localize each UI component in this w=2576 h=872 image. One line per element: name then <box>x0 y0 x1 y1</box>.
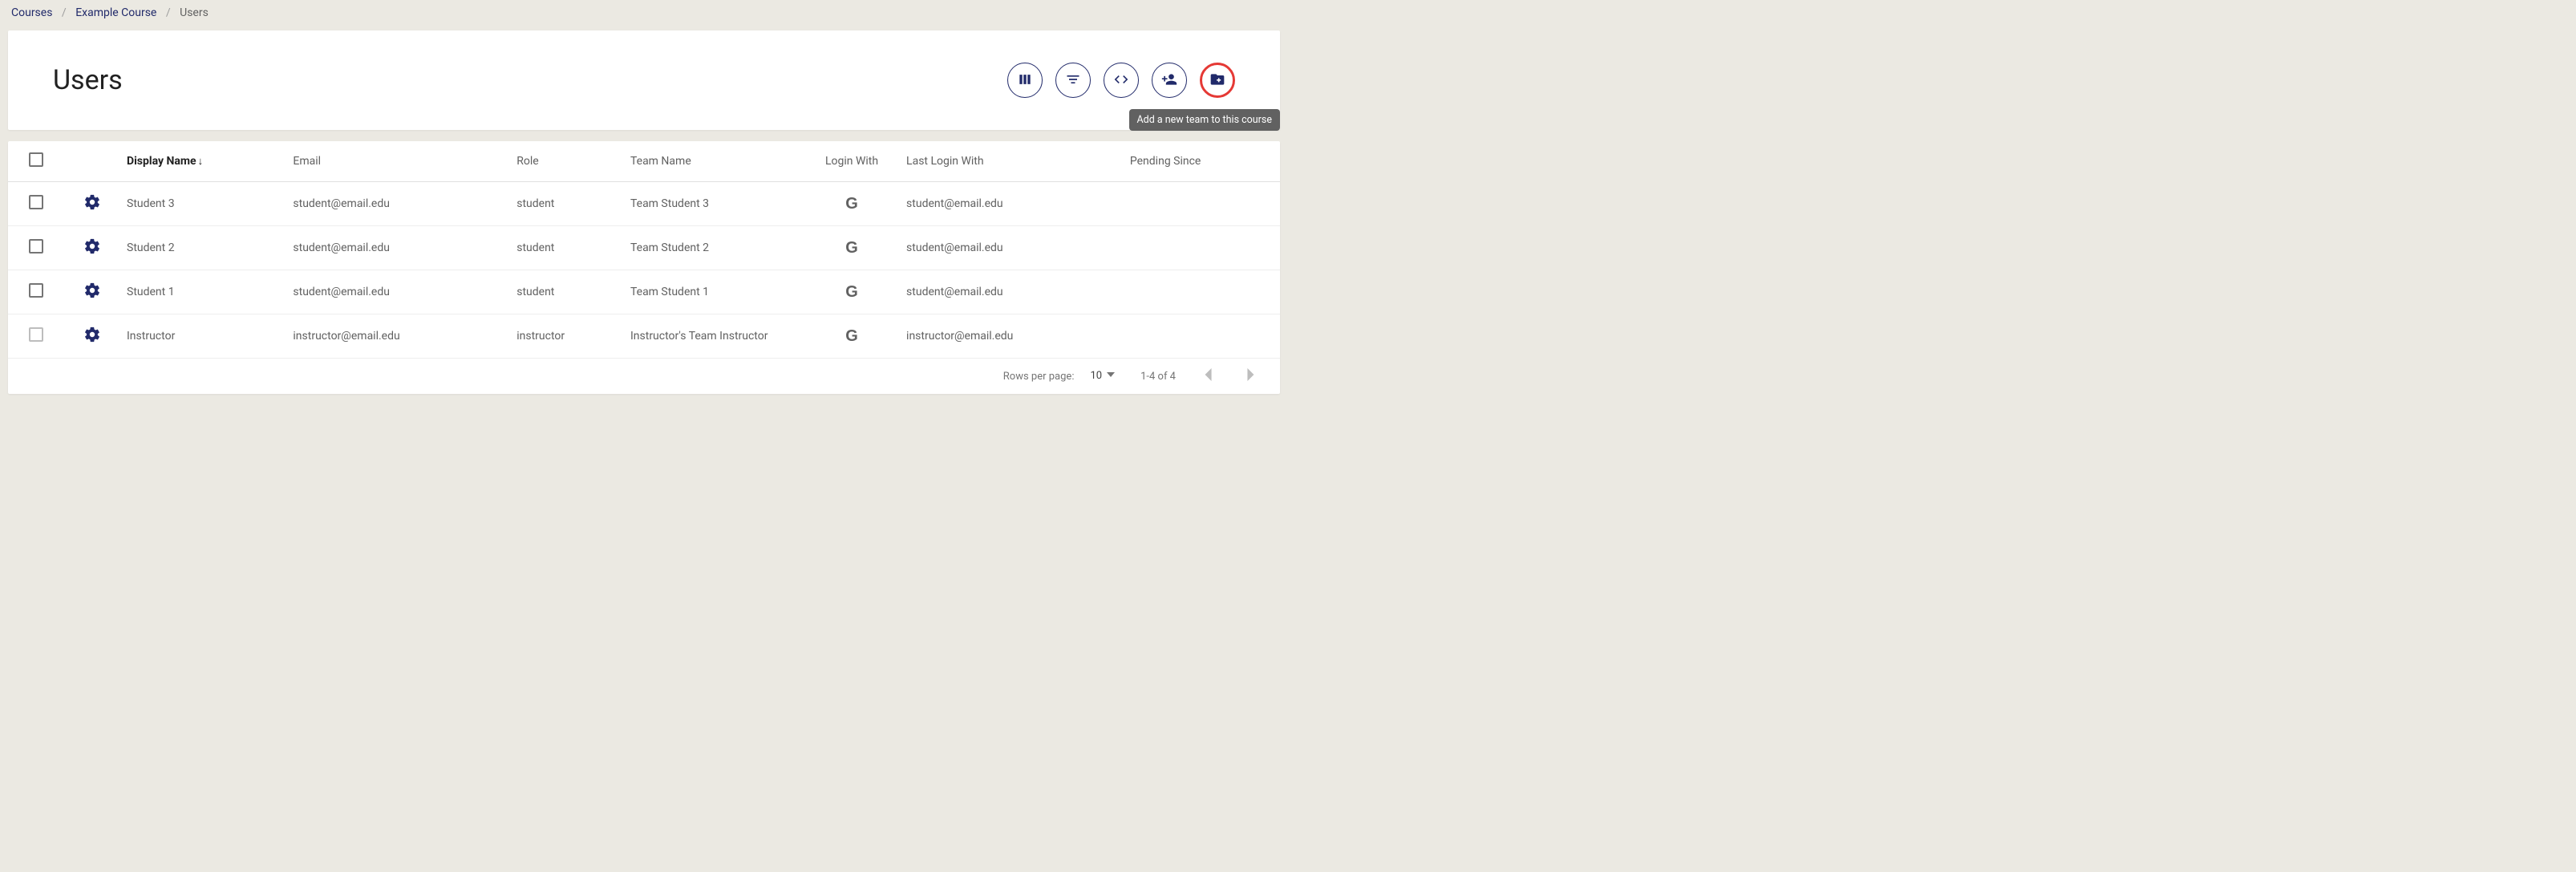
cell-role: student <box>510 270 624 314</box>
sort-arrow-down-icon: ↓ <box>198 156 204 168</box>
cell-login-with: G <box>804 270 900 314</box>
cell-team-name: Team Student 2 <box>624 226 804 270</box>
cell-login-with: G <box>804 226 900 270</box>
cell-role: student <box>510 226 624 270</box>
table-row: Instructorinstructor@email.eduinstructor… <box>8 314 1280 359</box>
cell-display-name: Student 3 <box>120 182 286 226</box>
add-team-button[interactable] <box>1200 63 1235 98</box>
column-header-last-login-with[interactable]: Last Login With <box>900 141 1124 182</box>
table-row: Student 3student@email.edustudentTeam St… <box>8 182 1280 226</box>
cell-last-login-with: instructor@email.edu <box>900 314 1124 359</box>
tooltip: Add a new team to this course <box>1129 109 1281 131</box>
dropdown-arrow-icon <box>1107 370 1115 382</box>
chevron-right-icon <box>1247 368 1255 384</box>
cell-role: instructor <box>510 314 624 359</box>
users-table-card: Display Name↓ Email Role Team Name Login… <box>8 141 1280 394</box>
cell-email: student@email.edu <box>286 226 510 270</box>
cell-email: instructor@email.edu <box>286 314 510 359</box>
columns-icon <box>1017 71 1033 90</box>
cell-last-login-with: student@email.edu <box>900 182 1124 226</box>
cell-email: student@email.edu <box>286 270 510 314</box>
rows-per-page-label: Rows per page: <box>1003 371 1075 383</box>
rows-per-page-value: 10 <box>1090 370 1102 382</box>
row-checkbox[interactable] <box>29 283 43 298</box>
gear-icon[interactable] <box>83 334 101 347</box>
google-icon: G <box>845 195 858 213</box>
row-checkbox[interactable] <box>29 195 43 209</box>
cell-display-name: Student 1 <box>120 270 286 314</box>
breadcrumb-separator: / <box>166 6 171 19</box>
breadcrumb-link-course[interactable]: Example Course <box>75 6 156 19</box>
filter-icon <box>1065 71 1081 90</box>
toolbar: Add a new team to this course <box>1007 63 1235 98</box>
add-user-button[interactable] <box>1152 63 1187 98</box>
page-title: Users <box>53 64 123 96</box>
cell-team-name: Team Student 1 <box>624 270 804 314</box>
cell-team-name: Instructor's Team Instructor <box>624 314 804 359</box>
table-row: Student 2student@email.edustudentTeam St… <box>8 226 1280 270</box>
code-button[interactable] <box>1104 63 1139 98</box>
code-icon <box>1113 71 1129 90</box>
table-row: Student 1student@email.edustudentTeam St… <box>8 270 1280 314</box>
column-header-display-name[interactable]: Display Name↓ <box>120 141 286 182</box>
gear-icon[interactable] <box>83 245 101 258</box>
row-checkbox[interactable] <box>29 239 43 253</box>
column-header-email[interactable]: Email <box>286 141 510 182</box>
gear-icon[interactable] <box>83 290 101 302</box>
table-header-row: Display Name↓ Email Role Team Name Login… <box>8 141 1280 182</box>
cell-pending-since <box>1124 270 1280 314</box>
column-header-login-with[interactable]: Login With <box>804 141 900 182</box>
column-label: Display Name <box>127 155 196 168</box>
breadcrumb-current: Users <box>180 6 209 19</box>
next-page-button[interactable] <box>1241 367 1261 386</box>
column-header-team-name[interactable]: Team Name <box>624 141 804 182</box>
filter-button[interactable] <box>1055 63 1091 98</box>
pagination-range: 1-4 of 4 <box>1140 371 1176 383</box>
columns-button[interactable] <box>1007 63 1043 98</box>
breadcrumb: Courses / Example Course / Users <box>8 5 1280 30</box>
cell-pending-since <box>1124 314 1280 359</box>
users-table: Display Name↓ Email Role Team Name Login… <box>8 141 1280 359</box>
column-header-pending-since[interactable]: Pending Since <box>1124 141 1280 182</box>
cell-display-name: Student 2 <box>120 226 286 270</box>
cell-login-with: G <box>804 314 900 359</box>
prev-page-button[interactable] <box>1198 367 1217 386</box>
pagination: Rows per page: 10 1-4 of 4 <box>8 359 1280 394</box>
select-all-checkbox[interactable] <box>29 152 43 167</box>
google-icon: G <box>845 239 858 257</box>
add-folder-icon <box>1209 71 1225 90</box>
cell-pending-since <box>1124 226 1280 270</box>
breadcrumb-separator: / <box>62 6 67 19</box>
cell-email: student@email.edu <box>286 182 510 226</box>
add-user-icon <box>1161 71 1177 90</box>
cell-login-with: G <box>804 182 900 226</box>
cell-last-login-with: student@email.edu <box>900 270 1124 314</box>
cell-last-login-with: student@email.edu <box>900 226 1124 270</box>
breadcrumb-link-courses[interactable]: Courses <box>11 6 52 19</box>
column-header-role[interactable]: Role <box>510 141 624 182</box>
cell-pending-since <box>1124 182 1280 226</box>
cell-team-name: Team Student 3 <box>624 182 804 226</box>
google-icon: G <box>845 327 858 345</box>
header-card: Users Add a new team to this <box>8 30 1280 130</box>
chevron-left-icon <box>1204 368 1212 384</box>
cell-role: student <box>510 182 624 226</box>
gear-icon[interactable] <box>83 201 101 214</box>
cell-display-name: Instructor <box>120 314 286 359</box>
row-checkbox[interactable] <box>29 327 43 342</box>
rows-per-page-select[interactable]: 10 <box>1087 368 1118 384</box>
google-icon: G <box>845 283 858 301</box>
